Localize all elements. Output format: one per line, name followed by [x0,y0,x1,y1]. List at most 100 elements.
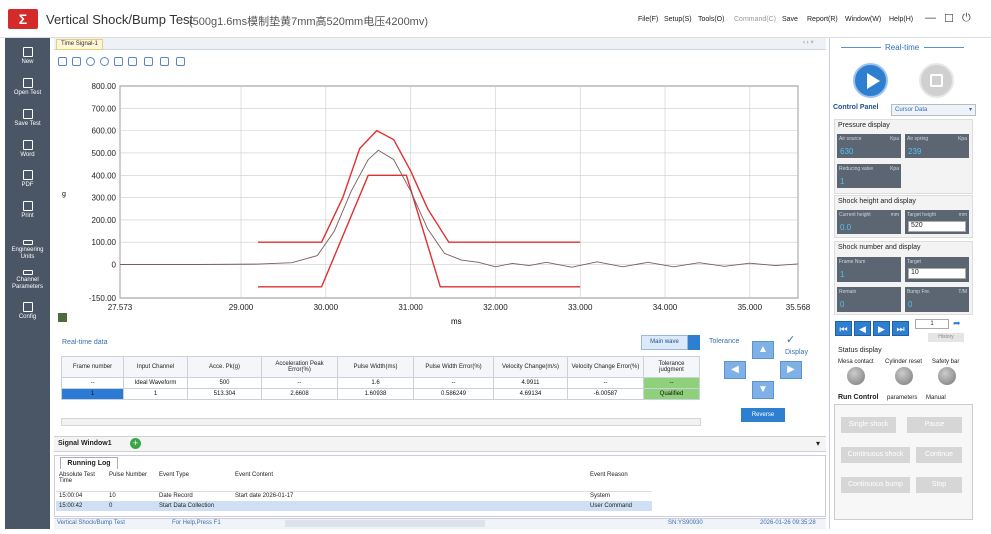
zoom-in-icon[interactable] [86,57,95,66]
plot-area [119,85,799,299]
tab-run-control[interactable]: Run Control [838,394,878,401]
cursor-icon[interactable] [144,57,153,66]
single-shock-button[interactable]: Single shock [841,417,896,433]
main-wave-button[interactable]: Main wave [641,335,688,350]
stop-run-button[interactable]: Stop [916,477,962,493]
continuous-shock-button[interactable]: Continuous shock [841,447,910,463]
continuous-bump-button[interactable]: Continuous bump [841,477,910,493]
zoom-out-icon[interactable] [100,57,109,66]
screen-icon[interactable] [176,57,185,66]
arrow-right-icon[interactable]: ▶ [780,361,802,379]
sidebar-item-word[interactable]: Word [5,140,50,159]
menu-report[interactable]: Report(R) [807,16,838,23]
prev-frame-icon[interactable]: ◀ [854,321,871,336]
minimize-icon[interactable]: — [925,12,936,24]
sidebar-item-save-test[interactable]: Save Test [5,109,50,128]
sidebar-item-print[interactable]: Print [5,201,50,220]
arrow-down-icon[interactable]: ▼ [752,381,774,399]
running-log-table: Absolute Test Time Pulse Number Event Ty… [56,471,652,511]
compare-icon[interactable] [160,57,169,66]
next-frame-icon[interactable]: ▶ [873,321,890,336]
fit-icon[interactable] [128,57,137,66]
stop-button[interactable] [919,63,954,98]
frame-page-input[interactable]: 1 [915,319,949,329]
table-cell: 0.586249 [413,388,494,400]
add-icon[interactable]: + [130,438,141,449]
table-header-row: Absolute Test Time Pulse Number Event Ty… [56,471,652,492]
arrow-left-icon[interactable]: ◀ [724,361,746,379]
table-scrollbar[interactable] [61,418,701,426]
channel-icon [22,270,33,275]
table-row[interactable]: -- Ideal Waveform 500 -- 1.6 -- 4.9911 -… [61,377,700,389]
sidebar-item-engineering-units[interactable]: Engineering Units [5,240,50,261]
last-frame-icon[interactable]: ⏭ [892,321,909,336]
continue-button[interactable]: Continue [916,447,962,463]
menu-command[interactable]: Command(C) [734,16,776,23]
divider [924,47,964,48]
tab-parameters[interactable]: parameters [887,395,917,401]
tab-time-signal[interactable]: Time Signal-1 [56,39,103,50]
air-source-value: 630 [840,147,854,156]
chart-corner-icon[interactable] [58,313,67,322]
play-button[interactable] [853,63,888,98]
signal-window-bar [54,436,826,452]
copy-icon[interactable] [72,57,81,66]
power-icon[interactable]: ⏻ [962,12,971,25]
y-tick-label: 0 [112,261,117,270]
cylinder-reset-lamp [895,367,913,385]
arrow-up-icon[interactable]: ▲ [752,341,774,359]
table-cell: 4.69134 [493,388,568,400]
tab-control-panel[interactable]: Control Panel [833,104,879,111]
signal-window-label[interactable]: Signal Window1 [58,440,112,447]
table-header-row: Frame number Input Channel Acce. Pk(g) A… [61,356,700,378]
menu-setup[interactable]: Setup(S) [664,16,692,23]
y-tick-label: 500.00 [92,149,117,158]
table-row[interactable]: 1 1 513.304 2.6608 1.60938 0.586249 4.69… [61,388,700,400]
ruler-icon [22,240,33,245]
main-wave-toggle[interactable] [688,335,700,350]
table-cell: System [590,493,611,500]
pdf-icon [22,170,33,180]
share-icon[interactable]: ➦ [953,318,961,329]
table-row[interactable]: 15:00:04 10 Date Record Start date 2026-… [56,491,652,501]
pause-button[interactable]: Pause [907,417,962,433]
annotate-icon[interactable] [58,57,67,66]
sidebar-item-channel-parameters[interactable]: Channel Parameters [5,270,50,291]
target-height-input[interactable]: 520 [908,221,966,232]
sidebar-item-open-test[interactable]: Open Test [5,78,50,97]
sidebar-item-pdf[interactable]: PDF [5,170,50,189]
reverse-button[interactable]: Reverse [741,408,785,422]
history-button[interactable]: History [928,333,964,342]
first-frame-icon[interactable]: ⏮ [835,321,852,336]
unit-label: Kpa [890,166,899,172]
pan-icon[interactable] [114,57,123,66]
realtime-title: Real-time [885,43,920,52]
open-folder-icon [22,78,33,88]
menu-save[interactable]: Save [782,16,798,23]
x-tick-label: 30.000 [314,303,339,312]
menu-window[interactable]: Window(W) [845,16,881,23]
cursor-data-select[interactable]: Cursor Data ▾ [891,104,976,116]
column-header: Absolute Test Time [56,471,106,492]
target-count-box: Target 10 [905,257,969,282]
safety-bar-label: Safety bar [932,359,960,365]
sidebar-item-config[interactable]: Config [5,302,50,321]
maximize-icon[interactable]: ☐ [944,12,954,25]
unit-label: Kpa [958,136,967,142]
sidebar-item-new[interactable]: New [5,47,50,66]
menu-help[interactable]: Help(H) [889,16,913,23]
chevron-down-icon[interactable]: ▾ [816,439,820,448]
status-progress [285,520,485,527]
time-signal-chart[interactable]: 800.00 700.00 600.00 500.00 400.00 300.00 200.… [56,72,826,330]
table-cell [232,501,587,511]
tab-controls[interactable]: ‹ › × [803,40,814,46]
tab-manual[interactable]: Manual [926,395,946,401]
menu-tools[interactable]: Tools(O) [698,16,724,23]
column-header: Pulse Width Error(%) [413,356,494,378]
table-row[interactable]: 15:00:42 0 Start Data Collection User Co… [56,501,652,511]
target-count-input[interactable]: 10 [908,268,966,279]
y-tick-labels: 800.00 700.00 600.00 500.00 400.00 300.00 200.… [89,82,117,303]
tab-running-log[interactable]: Running Log [60,457,118,469]
menu-file[interactable]: File(F) [638,16,658,23]
column-header: Input Channel [123,356,188,378]
